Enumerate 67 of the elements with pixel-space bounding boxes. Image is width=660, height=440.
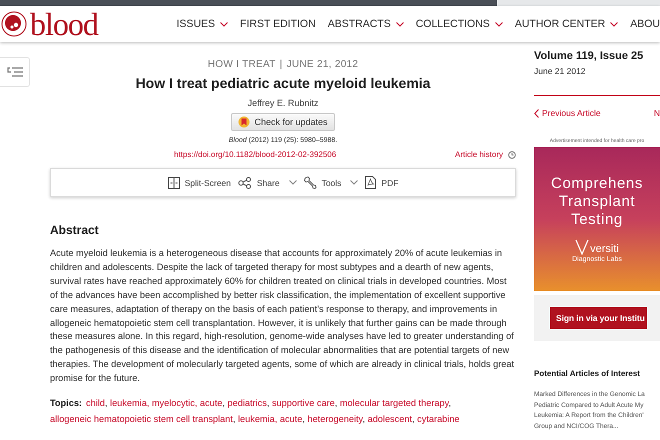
issue-date: June 21 2012 xyxy=(534,66,587,76)
topic-link[interactable]: molecular targeted therapy xyxy=(340,398,449,408)
topics-label: Topics: xyxy=(50,398,82,408)
next-article-link[interactable]: N xyxy=(654,108,660,118)
share-icon xyxy=(238,176,252,188)
topic-separator: , xyxy=(232,414,236,424)
topic-link[interactable]: adolescent xyxy=(368,414,412,424)
caret-icon xyxy=(494,22,503,26)
ad-headline: Testing xyxy=(571,211,623,229)
caret-icon xyxy=(610,22,618,26)
meta-separator: | xyxy=(280,59,283,70)
publication-date: JUNE 21, 2012 xyxy=(286,59,358,70)
check-for-updates-button[interactable]: Check for updates xyxy=(231,113,335,131)
topic-link[interactable]: allogeneic hematopoietic stem cell transplant xyxy=(50,414,233,424)
doi-link[interactable]: https://doi.org/10.1182/blood-2012-02-392506 xyxy=(174,150,336,159)
topic-separator: , xyxy=(448,398,452,408)
pdf-file-icon xyxy=(365,176,376,189)
nav-menu-item[interactable]: AUTHOR CENTER xyxy=(514,18,618,30)
topic-separator: , xyxy=(362,414,366,424)
clock-icon xyxy=(508,150,516,158)
topic-link[interactable]: heterogeneity xyxy=(307,414,362,424)
article-category: HOW I TREAT xyxy=(208,59,276,70)
nav-menu-item[interactable]: ABSTRACTS xyxy=(328,18,404,30)
article-title: How I treat pediatric acute myeloid leukemia xyxy=(134,75,432,91)
outline-toggle-button[interactable] xyxy=(0,57,30,87)
author-link[interactable]: Jeffrey E. Rubnitz xyxy=(50,98,516,108)
abstract-heading: Abstract xyxy=(50,223,100,237)
wrench-icon xyxy=(304,176,317,189)
topic-separator: , xyxy=(334,398,338,408)
pdf-button[interactable]: PDF xyxy=(365,176,398,189)
caret-icon xyxy=(220,22,228,26)
ad-headline: Comprehens xyxy=(551,175,643,193)
nav-menu-item[interactable]: COLLECTIONS xyxy=(416,18,503,30)
institution-sign-in-button[interactable]: Sign in via your Institu xyxy=(550,307,647,329)
chevron-left-icon xyxy=(534,108,539,118)
ad-headline: Transplant xyxy=(558,193,636,211)
nav-menu-item[interactable]: FIRST EDITION xyxy=(240,18,316,30)
toolbar-button[interactable]: Split-Screen xyxy=(168,176,231,188)
topic-link[interactable]: child xyxy=(86,398,105,408)
blood-logo[interactable]: blood xyxy=(30,8,98,40)
topic-separator: , xyxy=(222,398,225,408)
split-screen-icon xyxy=(168,176,180,188)
caret-icon xyxy=(396,22,404,26)
abstract-paragraph: Acute myeloid leukemia is a heterogeneous disease that accounts for approximately 20% of acute leukemias in children and adolescents. Despite the lack of targeted therapy for most subtypes and a dearth of new agents, survival rates have reached approximately 60% for children treated on clinical trials in developed countries. Most of the advances have been accomplished by better risk classification, the implementation of excellent supportive care measures, adaptation of therapy on the basis of each patient’s response to therapy, and improvements in allogeneic hematopoietic stem cell transplantation. However, it is unlikely that further gains can be made through these measures alone. In this regard, high-resolution, genome-wide analyses have led to greater understanding of the pathogenesis of this disease and the identification of molecular abnormalities that are potential targets of new therapies. The development of molecularly targeted agents, some of which are already in clinical trials, holds great promise for the future. xyxy=(50,247,516,386)
advertiser-logo: versiti xyxy=(575,239,619,255)
topic-separator: , xyxy=(266,398,270,408)
outline-icon xyxy=(6,66,24,78)
topic-link[interactable]: leukemia, myelocytic, acute xyxy=(110,398,222,408)
caret-icon xyxy=(288,180,297,185)
nav-menu-item[interactable]: ISSUES xyxy=(176,18,228,30)
volume-issue[interactable]: Volume 119, Issue 25 xyxy=(534,50,660,62)
topic-link[interactable]: supportive care xyxy=(272,398,335,408)
previous-article-link[interactable]: Previous Article xyxy=(534,108,601,118)
topic-separator: , xyxy=(104,398,108,408)
toolbar-button[interactable]: Tools xyxy=(304,176,358,189)
article-history-link[interactable]: Article history xyxy=(454,150,516,159)
bookmark-badge-icon xyxy=(238,116,250,128)
topic-separator: , xyxy=(302,414,305,424)
related-articles-heading: Potential Articles of Interest xyxy=(534,369,641,378)
logo-emblem-icon xyxy=(1,11,27,37)
topic-link[interactable]: pediatrics xyxy=(228,398,267,408)
topic-separator: , xyxy=(412,414,415,424)
caret-icon xyxy=(350,180,358,185)
nav-menu-item[interactable]: ABOU xyxy=(630,18,660,30)
topic-link[interactable]: cytarabine xyxy=(417,414,460,424)
toolbar-button[interactable]: Share xyxy=(238,176,297,188)
topic-link[interactable]: leukemia, acute xyxy=(238,414,302,424)
